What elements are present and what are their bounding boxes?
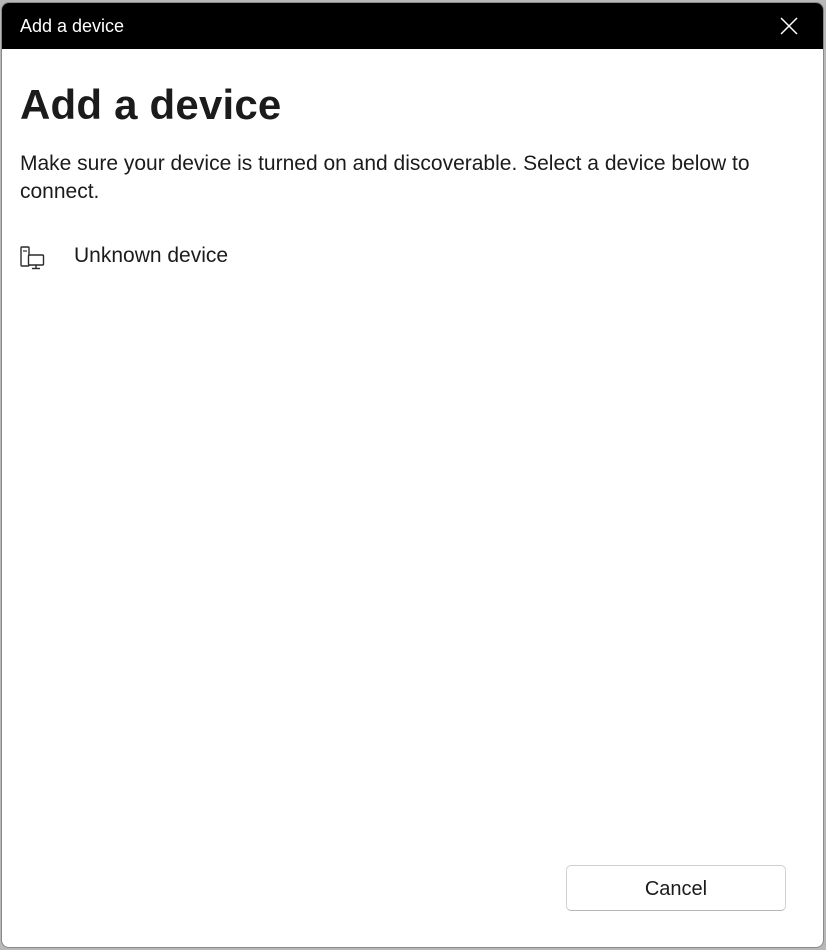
title-bar[interactable]: Add a device	[2, 3, 823, 49]
instructions-text: Make sure your device is turned on and d…	[20, 152, 750, 203]
close-button[interactable]	[755, 3, 823, 49]
window-title: Add a device	[20, 16, 125, 36]
device-name: Unknown device	[74, 244, 229, 267]
page-heading: Add a device	[20, 81, 282, 128]
device-list-item[interactable]: Unknown device	[6, 229, 806, 285]
cancel-button[interactable]: Cancel	[566, 865, 786, 911]
device-icon	[20, 246, 45, 270]
close-icon	[780, 17, 798, 35]
add-device-dialog: Add a device Add a device Make sure your…	[1, 2, 824, 948]
